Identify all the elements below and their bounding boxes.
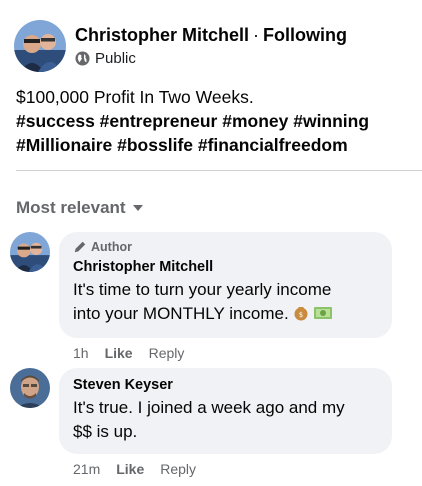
pencil-icon xyxy=(74,241,86,253)
comment-timestamp[interactable]: 21m xyxy=(73,461,100,477)
privacy-indicator[interactable]: Public xyxy=(75,50,347,67)
author-name-link[interactable]: Christopher Mitchell xyxy=(75,25,249,45)
comment-text-line-2: $$ is up. xyxy=(73,422,138,441)
comment: Author Christopher Mitchell It's time to… xyxy=(10,232,392,361)
post-text: $100,000 Profit In Two Weeks. xyxy=(16,87,254,107)
hashtags-line-1[interactable]: #success #entrepreneur #money #winning xyxy=(16,109,411,133)
like-button[interactable]: Like xyxy=(105,345,133,361)
post-body: $100,000 Profit In Two Weeks. #success #… xyxy=(16,85,411,157)
globe-icon xyxy=(75,51,90,66)
comment-timestamp[interactable]: 1h xyxy=(73,345,89,361)
comment-actions: 1h Like Reply xyxy=(73,345,392,361)
comment-text-line-1: It's true. I joined a week ago and my xyxy=(73,398,345,417)
money-emoji-icon xyxy=(313,304,333,328)
reply-button[interactable]: Reply xyxy=(160,461,196,477)
comment-text: It's true. I joined a week ago and my $$… xyxy=(73,396,378,444)
comment-text-line-2: into your MONTHLY income. xyxy=(73,304,289,323)
commenter-name[interactable]: Christopher Mitchell xyxy=(73,258,378,276)
reply-button[interactable]: Reply xyxy=(149,345,185,361)
sort-label: Most relevant xyxy=(16,198,126,217)
caret-down-icon xyxy=(132,205,143,211)
follow-status[interactable]: Following xyxy=(263,25,347,45)
comment-bubble: Steven Keyser It's true. I joined a week… xyxy=(59,368,392,454)
comment-sort-dropdown[interactable]: Most relevant xyxy=(16,198,143,218)
commenter-avatar[interactable] xyxy=(10,232,50,272)
comment-bubble: Author Christopher Mitchell It's time to… xyxy=(59,232,392,338)
money-bag-emoji-icon: $ xyxy=(292,303,310,328)
author-badge: Author xyxy=(73,240,378,254)
commenter-avatar[interactable] xyxy=(10,368,50,408)
comment-text: It's time to turn your yearly income int… xyxy=(73,278,378,328)
hashtags-line-2[interactable]: #Millionaire #bosslife #financialfreedom xyxy=(16,133,411,157)
separator-dot: · xyxy=(253,25,260,45)
comment: Steven Keyser It's true. I joined a week… xyxy=(10,368,392,477)
post-header: Christopher Mitchell · Following Public xyxy=(14,20,347,72)
comment-actions: 21m Like Reply xyxy=(73,461,392,477)
divider xyxy=(16,170,422,171)
comment-text-line-1: It's time to turn your yearly income xyxy=(73,280,332,299)
author-badge-label: Author xyxy=(91,240,132,254)
privacy-label: Public xyxy=(95,50,136,67)
author-line: Christopher Mitchell · Following xyxy=(75,24,347,46)
like-button[interactable]: Like xyxy=(116,461,144,477)
commenter-name[interactable]: Steven Keyser xyxy=(73,376,378,394)
author-avatar[interactable] xyxy=(14,20,66,72)
svg-text:$: $ xyxy=(299,311,303,319)
